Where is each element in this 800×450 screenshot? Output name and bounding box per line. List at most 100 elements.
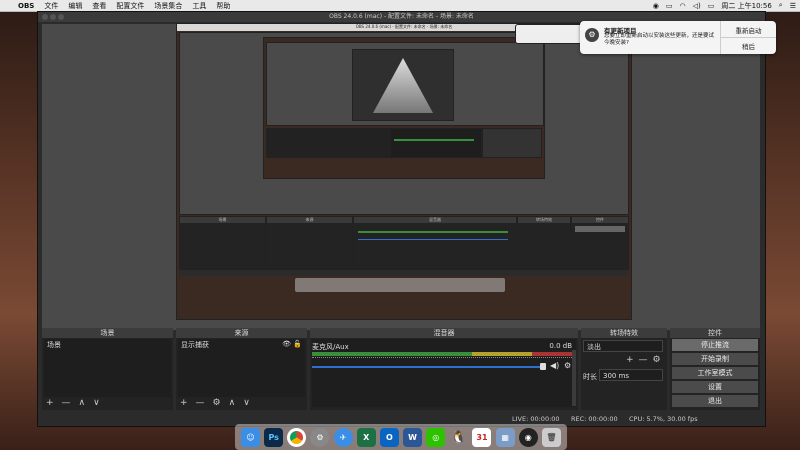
capture-controls-title: 控件 (572, 217, 628, 223)
photoshop-label: Ps (268, 432, 279, 442)
source-item[interactable]: 显示捕获 👁 🔓 (178, 339, 305, 351)
volume-fader-handle[interactable] (540, 363, 546, 370)
capture-level2-mixer (390, 128, 482, 158)
wechat-icon[interactable]: ◎ (426, 427, 446, 447)
move-scene-up-button[interactable]: ∧ (79, 398, 86, 408)
word-icon[interactable]: W (403, 427, 423, 447)
finder-icon[interactable]: ☺ (241, 427, 261, 447)
menu-scene-collection[interactable]: 场景集合 (154, 1, 182, 11)
volume-fader[interactable] (312, 366, 542, 368)
volume-icon[interactable]: ◁) (693, 2, 701, 10)
transition-settings-icon[interactable]: ⚙ (653, 355, 661, 365)
sources-dock: 来源 显示捕获 👁 🔓 + — ⚙ ∧ ∨ (176, 328, 307, 410)
recursive-tunnel (373, 58, 433, 113)
trash-icon[interactable]: 🗑 (541, 427, 561, 447)
capture-sources-dock: 来源 (266, 216, 353, 270)
menu-app-name[interactable]: OBS (18, 2, 34, 10)
obs-icon[interactable]: ◉ (518, 427, 538, 447)
zoom-icon[interactable] (58, 14, 64, 20)
capture-level2 (263, 37, 545, 179)
exit-button[interactable]: 退出 (672, 395, 758, 407)
remove-source-button[interactable]: — (196, 398, 205, 408)
preview-capture: OBS 24.0.6 (mac) - 配置文件: 未命名 - 场景: 未命名 场… (176, 23, 632, 320)
mixer-scrollbar[interactable] (572, 350, 576, 406)
capture-title: OBS 24.0.6 (mac) - 配置文件: 未命名 - 场景: 未命名 (355, 24, 453, 29)
capture-preview (179, 32, 629, 215)
add-transition-button[interactable]: + (626, 355, 634, 365)
scene-item[interactable]: 场景 (44, 339, 171, 351)
restart-button[interactable]: 重新启动 (721, 25, 776, 35)
capture-dock (295, 278, 505, 292)
add-source-button[interactable]: + (180, 398, 188, 408)
outlook-icon[interactable]: O (379, 427, 399, 447)
menu-edit[interactable]: 编辑 (68, 1, 82, 11)
clock[interactable]: 周二 上午10:56 (721, 1, 771, 11)
excel-icon[interactable]: X (356, 427, 376, 447)
volume-meter-green (312, 352, 472, 356)
add-scene-button[interactable]: + (46, 398, 54, 408)
capture-level2-scenes (266, 128, 328, 158)
settings-button[interactable]: 设置 (672, 381, 758, 393)
preview-canvas[interactable]: OBS 24.0.6 (mac) - 配置文件: 未命名 - 场景: 未命名 场… (42, 23, 760, 330)
capture-scenes-title: 场景 (180, 217, 265, 223)
menu-help[interactable]: 帮助 (216, 1, 230, 11)
capture-level2-preview (266, 42, 544, 126)
word-label: W (408, 432, 417, 442)
move-source-down-button[interactable]: ∨ (243, 398, 250, 408)
transition-select-value: 淡出 (587, 343, 601, 351)
window-title: OBS 24.0.6 (mac) - 配置文件: 未命名 - 场景: 未命名 (329, 13, 474, 20)
menu-list-icon[interactable]: ☰ (790, 2, 796, 10)
sources-list[interactable]: 显示捕获 👁 🔓 (178, 339, 305, 397)
update-notification[interactable]: ⚙ 有更新项目 您要立即重新启动以安装这些更新，还是要试今晚安装? 重新启动 稍… (580, 21, 776, 54)
duration-input[interactable]: 300 ms (599, 369, 663, 381)
mixer-settings-icon[interactable]: ⚙ (564, 361, 571, 370)
move-scene-down-button[interactable]: ∨ (93, 398, 100, 408)
transition-select[interactable]: 淡出 (583, 340, 663, 352)
menu-tools[interactable]: 工具 (192, 1, 206, 11)
mixer-track-db: 0.0 dB (549, 342, 572, 350)
source-settings-icon[interactable]: ⚙ (213, 398, 221, 408)
capture-transitions-title: 转场特效 (518, 217, 570, 223)
remove-scene-button[interactable]: — (62, 398, 71, 408)
scenes-dock: 场景 场景 + — ∧ ∨ (42, 328, 173, 410)
scenes-footer: + — ∧ ∨ (46, 398, 100, 408)
start-recording-button[interactable]: 开始录制 (672, 353, 758, 365)
lock-icon[interactable]: 🔓 (293, 340, 302, 348)
screen-icon[interactable]: ▭ (666, 2, 673, 10)
search-icon[interactable]: ⌕ (779, 1, 783, 10)
later-button[interactable]: 稍后 (721, 41, 776, 51)
duration-value: 300 ms (603, 372, 630, 380)
chrome-icon[interactable] (287, 427, 307, 447)
stop-streaming-button[interactable]: 停止推流 (672, 339, 758, 351)
eye-icon[interactable]: 👁 (282, 340, 291, 348)
capture-level2-controls (482, 128, 542, 158)
close-icon[interactable] (42, 14, 48, 20)
wifi-icon[interactable]: ◠ (680, 2, 686, 10)
capture-scenes-dock: 场景 (179, 216, 266, 270)
settings-icon[interactable]: ⚙ (310, 427, 330, 447)
mac-dock: ☺ Ps ⚙ ✈ X O W ◎ 🐧 31 ▦ ◉ 🗑 (235, 424, 567, 450)
minimize-icon[interactable] (50, 14, 56, 20)
speaker-icon[interactable]: ◀) (550, 361, 559, 370)
menu-file[interactable]: 文件 (44, 1, 58, 11)
safari-icon[interactable]: ✈ (333, 427, 353, 447)
battery-icon[interactable]: ▭ (708, 2, 715, 10)
menu-view[interactable]: 查看 (92, 1, 106, 11)
outlook-label: O (386, 432, 393, 442)
capture-transitions-dock: 转场特效 (517, 216, 571, 270)
mixer-body: 麦克风/Aux 0.0 dB ◀) ⚙ (312, 339, 576, 407)
record-icon[interactable]: ◉ (653, 2, 659, 10)
photos-icon[interactable]: ▦ (495, 427, 515, 447)
calendar-icon[interactable]: 31 (472, 427, 492, 447)
notification-body: 您要立即重新启动以安装这些更新，还是要试今晚安装? (604, 33, 715, 46)
excel-label: X (363, 432, 370, 442)
studio-mode-button[interactable]: 工作室模式 (672, 367, 758, 379)
menu-profile[interactable]: 配置文件 (116, 1, 144, 11)
move-source-up-button[interactable]: ∧ (229, 398, 236, 408)
qq-icon[interactable]: 🐧 (449, 428, 468, 447)
remove-transition-button[interactable]: — (639, 355, 648, 365)
update-gear-icon: ⚙ (585, 28, 599, 42)
photoshop-icon[interactable]: Ps (264, 427, 284, 447)
scenes-list[interactable]: 场景 (44, 339, 171, 397)
rec-status: REC: 00:00:00 (571, 415, 618, 423)
